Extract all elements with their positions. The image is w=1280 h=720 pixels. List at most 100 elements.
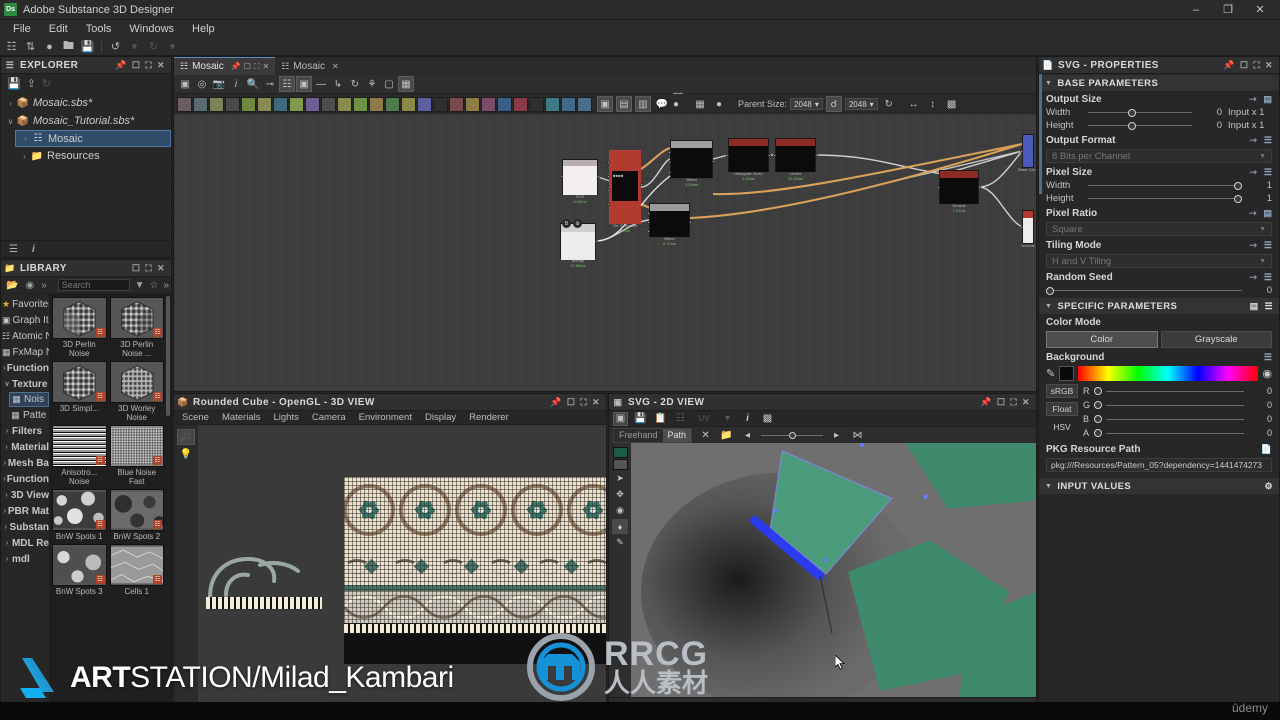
hsl-node-button[interactable] — [417, 96, 432, 112]
node-output-port[interactable] — [595, 240, 598, 243]
light-icon[interactable]: 💡 — [177, 446, 195, 462]
reset-icon[interactable]: ↻ — [881, 96, 897, 112]
library-thumb-item[interactable]: ☷ Blue Noise Fast — [109, 425, 164, 486]
select-icon[interactable]: ➤ — [612, 471, 628, 486]
fill-node-button[interactable] — [513, 96, 528, 112]
channel-value[interactable]: 0 — [1248, 428, 1272, 438]
layers-icon[interactable]: ▣ — [296, 76, 312, 92]
node-input-port[interactable] — [668, 171, 671, 174]
graph-icon[interactable]: ☷ — [279, 76, 295, 92]
library-thumb-item[interactable]: ☷ BnW Spots 3 — [52, 544, 107, 596]
node-output-port[interactable] — [978, 186, 981, 189]
pixel-node-button[interactable] — [273, 96, 288, 112]
library-item-pbr-materials[interactable]: › PBR Mat — [1, 503, 49, 519]
tile-node-button[interactable] — [321, 96, 336, 112]
tree-item-mosaic-tutorial-sbs[interactable]: ∨ 📦 Mosaic_Tutorial.sbs* — [1, 112, 171, 130]
section-base-parameters[interactable]: ▼ BASE PARAMETERS — [1039, 75, 1279, 91]
background-swatch[interactable] — [1059, 366, 1075, 381]
mask-node-button[interactable] — [545, 96, 560, 112]
tab-mosaic-active[interactable]: ☷ Mosaic 📌 ☐ ⛶ ✕ — [174, 57, 276, 75]
float-icon[interactable]: ☐ — [997, 397, 1005, 408]
library-item-mdl-resources[interactable]: › MDL Re — [1, 535, 49, 551]
library-item-mesh-based[interactable]: › Mesh Ba — [1, 455, 49, 471]
float-icon[interactable]: ☐ — [244, 62, 251, 72]
function-link-icon[interactable]: ⇾ — [1249, 94, 1257, 105]
pixel-ratio-dropdown[interactable]: Square ▼ — [1046, 222, 1272, 236]
random-seed-slider[interactable] — [1046, 286, 1242, 295]
maximize-button[interactable]: ❐ — [1212, 0, 1244, 20]
new-material-icon[interactable]: ● — [41, 39, 58, 55]
grid-icon[interactable]: ▦ — [398, 76, 414, 92]
graph-node-blend-1[interactable]: Blend 3.20ms — [668, 140, 715, 187]
random-seed-value[interactable]: 0 — [1248, 285, 1272, 296]
chevron-right-icon[interactable]: › — [20, 134, 31, 143]
library-item-noises[interactable]: ▦ Nois — [9, 392, 49, 407]
channels-icon[interactable]: ▣ — [613, 411, 628, 426]
delete-icon[interactable]: ✕ — [698, 428, 713, 442]
search-icon[interactable]: 🔍 — [245, 76, 261, 92]
library-thumb-item[interactable]: ☷ Anisotro... Noise — [52, 425, 107, 486]
width-value[interactable]: 0 — [1198, 107, 1222, 118]
library-item-mdl[interactable]: › mdl — [1, 551, 49, 567]
close-icon[interactable]: ✕ — [332, 62, 339, 71]
library-item-functions-2[interactable]: › Function — [1, 471, 49, 487]
graph-node-levels[interactable]: Levels 10.60ms — [773, 138, 818, 181]
library-item-substance[interactable]: › Substan — [1, 519, 49, 535]
library-item-patterns[interactable]: ▦ Patte — [9, 407, 49, 423]
frame-all-icon[interactable]: ▣ — [177, 76, 193, 92]
rotate-icon[interactable]: ↻ — [347, 76, 363, 92]
selection-node-button[interactable] — [497, 96, 512, 112]
node-output-port[interactable] — [815, 154, 818, 157]
chevron-right-icon[interactable]: › — [2, 540, 12, 547]
graph-node-output-basecolor[interactable]: Base Color — [1018, 134, 1036, 172]
pin-icon[interactable]: 📌 — [980, 397, 992, 408]
draw-mode-path[interactable]: Path — [662, 428, 692, 442]
tree-item-resources[interactable]: › 📁 Resources — [15, 147, 171, 165]
chevron-right-icon[interactable]: › — [2, 524, 10, 531]
distance-node-button[interactable] — [449, 96, 464, 112]
node-input-port[interactable] — [668, 161, 671, 164]
tree-item-mosaic-sbs[interactable]: › 📦 Mosaic.sbs* — [1, 94, 171, 112]
tools-icon[interactable]: ⚘ — [364, 76, 380, 92]
channel-value[interactable]: 0 — [1248, 400, 1272, 410]
explorer-tab-icon[interactable]: ☰ — [9, 244, 18, 255]
tip-icon[interactable]: ● — [711, 96, 727, 112]
pixel-width-slider[interactable] — [1088, 181, 1243, 190]
node-input-port[interactable] — [647, 230, 650, 233]
graph-node-svg[interactable]: SVG 5.00ms — [560, 159, 600, 204]
pixel-height-value[interactable]: 1 — [1248, 193, 1272, 204]
link-icon[interactable]: ⊸ — [262, 76, 278, 92]
channel-slider[interactable] — [1106, 390, 1244, 392]
filter-icon[interactable]: ◉ — [25, 280, 34, 291]
node-input-port[interactable] — [1020, 150, 1023, 153]
node-input-port[interactable] — [668, 151, 671, 154]
library-item-textures[interactable]: ∨ Texture — [1, 376, 49, 392]
prev-icon[interactable]: ◂ — [740, 428, 755, 442]
align-h-icon[interactable]: ↔ — [906, 96, 922, 112]
color-mode-color[interactable]: Color — [1046, 331, 1158, 348]
next-icon[interactable]: ▸ — [829, 428, 844, 442]
open-icon[interactable]: 📁 — [719, 428, 734, 442]
height-slider[interactable] — [1088, 121, 1192, 130]
node-input-port[interactable] — [647, 221, 650, 224]
export-icon[interactable]: ▢ — [381, 76, 397, 92]
connect-icon[interactable]: — — [313, 76, 329, 92]
function-link-icon[interactable]: ⇾ — [1249, 167, 1257, 178]
preset-menu-icon[interactable]: ☰ — [1264, 167, 1272, 178]
channel-value[interactable]: 0 — [1248, 386, 1272, 396]
node-edit-icon[interactable]: ✥ — [612, 487, 628, 502]
chevron-down-icon[interactable]: ∨ — [5, 117, 16, 126]
node-input-port[interactable] — [773, 154, 776, 157]
float-icon[interactable]: ☐ — [567, 397, 575, 408]
levels-node-button[interactable] — [257, 96, 272, 112]
node-input-port[interactable] — [607, 161, 610, 164]
channel-value[interactable]: 0 — [1248, 414, 1272, 424]
fit-selection-icon[interactable]: ◎ — [194, 76, 210, 92]
preset-menu-icon[interactable]: ▤ — [1263, 208, 1272, 219]
info-icon[interactable]: i — [228, 76, 244, 92]
tiling-mode-dropdown[interactable]: H and V Tiling ▼ — [1046, 254, 1272, 268]
preset-menu-icon[interactable]: ☰ — [1264, 272, 1272, 283]
fill-color-swatch[interactable] — [612, 447, 628, 458]
properties-scrollbar[interactable] — [1039, 74, 1042, 194]
search-input[interactable]: Search — [57, 279, 130, 291]
